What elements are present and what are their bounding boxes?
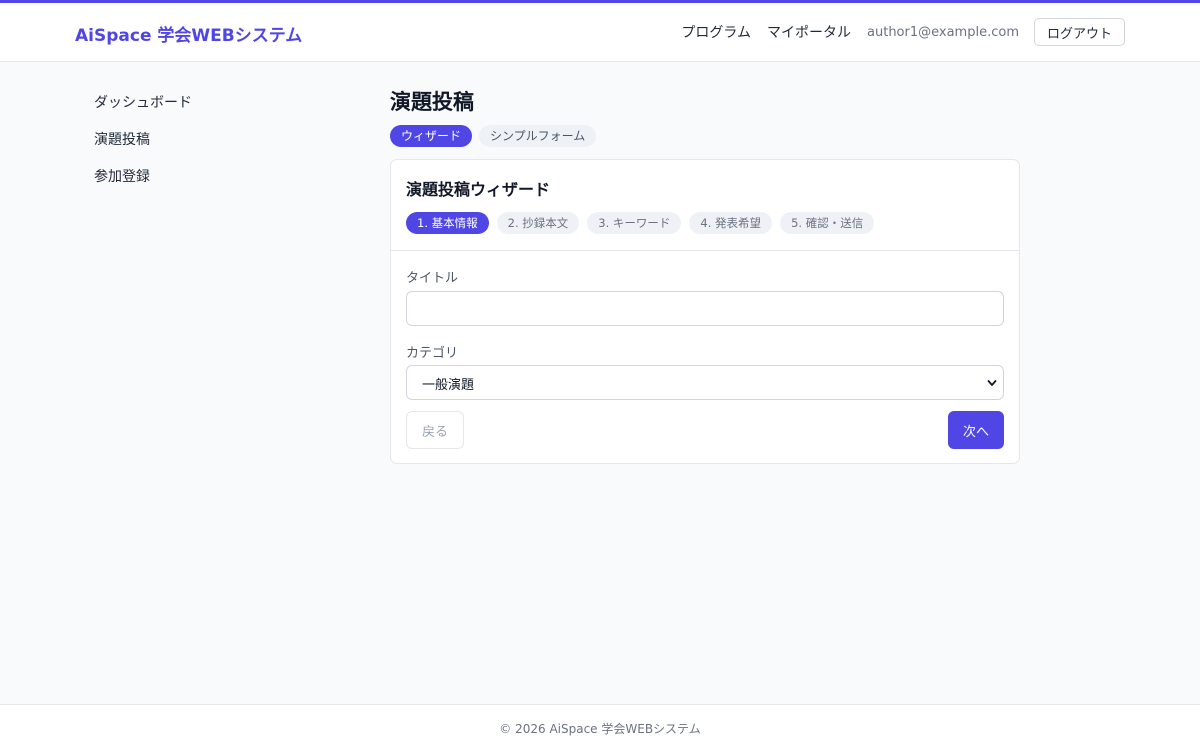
user-email: author1@example.com [867,24,1019,40]
main-content: 演題投稿 ウィザード シンプルフォーム 演題投稿ウィザード 1. 基本情報 2.… [390,86,1020,464]
mode-tabs: ウィザード シンプルフォーム [390,125,1020,147]
step-keywords[interactable]: 3. キーワード [587,212,682,234]
title-input[interactable] [406,291,1004,326]
header-nav: プログラム マイポータル author1@example.com ログアウト [681,18,1125,46]
logout-button[interactable]: ログアウト [1033,18,1125,46]
wizard-actions: 戻る 次へ [406,411,1004,449]
back-button[interactable]: 戻る [406,411,464,449]
step-confirm[interactable]: 5. 確認・送信 [780,212,875,234]
sidebar-item-registration[interactable]: 参加登録 [94,166,314,185]
page-title: 演題投稿 [390,90,474,114]
step-basic-info[interactable]: 1. 基本情報 [406,212,489,234]
sidebar-item-dashboard[interactable]: ダッシュボード [94,92,314,111]
wizard-body: タイトル カテゴリ 一般演題 戻る 次へ [391,251,1019,464]
next-button[interactable]: 次へ [948,411,1004,449]
category-label: カテゴリ [406,346,459,361]
wizard-header: 演題投稿ウィザード 1. 基本情報 2. 抄録本文 3. キーワード 4. 発表… [391,160,1019,251]
category-select-value: 一般演題 [422,378,475,393]
nav-my-portal[interactable]: マイポータル [767,22,851,42]
title-label: タイトル [406,271,459,286]
wizard-steps: 1. 基本情報 2. 抄録本文 3. キーワード 4. 発表希望 5. 確認・送… [406,212,1004,234]
nav-program[interactable]: プログラム [681,22,751,42]
sidebar-item-submission[interactable]: 演題投稿 [94,129,314,148]
page-footer: © 2026 AiSpace 学会WEBシステム [0,704,1200,750]
tab-wizard[interactable]: ウィザード [390,125,473,147]
category-select[interactable]: 一般演題 [406,365,1004,400]
brand-logo[interactable]: AiSpace 学会WEBシステム [75,21,302,46]
step-presentation[interactable]: 4. 発表希望 [689,212,773,234]
tab-simple-form[interactable]: シンプルフォーム [479,125,597,147]
wizard-title: 演題投稿ウィザード [406,180,551,199]
wizard-card: 演題投稿ウィザード 1. 基本情報 2. 抄録本文 3. キーワード 4. 発表… [390,159,1020,464]
step-abstract[interactable]: 2. 抄録本文 [496,212,580,234]
sidebar: ダッシュボード 演題投稿 参加登録 [94,92,314,203]
app-root: AiSpace 学会WEBシステム プログラム マイポータル author1@e… [0,0,1200,750]
chevron-down-icon [987,380,997,386]
top-header: AiSpace 学会WEBシステム プログラム マイポータル author1@e… [0,0,1200,62]
footer-copyright: © 2026 AiSpace 学会WEBシステム [499,722,701,736]
